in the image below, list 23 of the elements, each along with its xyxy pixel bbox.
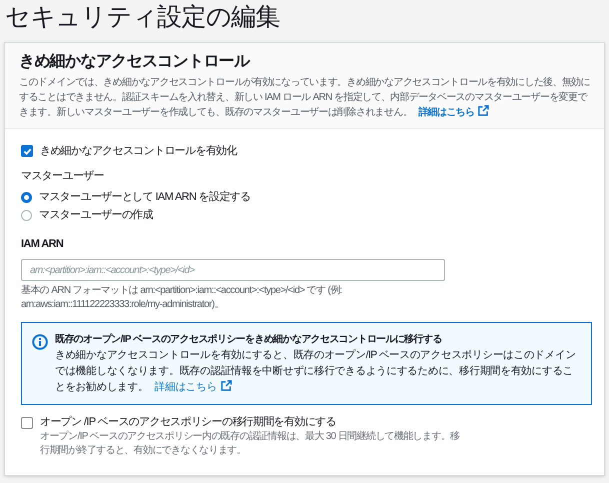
checkbox[interactable] [21,145,33,158]
page-title: セキュリティ設定の編集 [4,2,281,33]
learn-more-link[interactable]: 詳細はこちら [418,107,490,118]
section-title: きめ細かなアクセスコントロール [19,52,251,72]
radio-button[interactable] [21,192,32,202]
field-label: マスターユーザー [21,168,105,184]
external-link-icon [478,105,490,116]
checkbox-description: オープン/IP ベースのアクセスポリシー内の既存の認証情報は、最大 30 日間継続して機能します。移行期間が終了すると、有効にできなくなります。 [40,430,460,458]
alert-title: 既存のオープン/IP ベースのアクセスポリシーをきめ細かなアクセスコントロールに移行する [55,332,443,347]
alert-body: きめ細かなアクセスコントロールを有効にすると、既存のオープン/IP ベースのアクセスポリシーはこのドメインでは機能しなくなります。既存の認証情報を中断せずに移行できるようにするために、移行期間を有効にすることをお勧めします。 詳細はこちら [55,348,577,395]
radio-label: マスターユーザーの作成 [39,208,153,223]
radio-button[interactable] [21,210,32,220]
section-description: このドメインでは、きめ細かなアクセスコントロールが有効になっています。きめ細かなアクセスコントロールを有効にした後、無効にすることはできません。認証スキームを入れ替え、新しい IAM ロール ARN を指定して、内部データベースのマスターユーザーを変更できます。新しいマスターユーザーを作成しても、既存のマスターユーザーは削除されません。 詳細はこちら [19,76,590,120]
info-icon [32,334,48,350]
radio-label: マスターユーザーとして IAM ARN を設定する [39,190,250,205]
checkbox[interactable] [21,417,33,429]
field-hint: 基本の ARN フォーマットは arn:<partition>:iam::<account>:<type>/<id> です (例: arn:aws:iam::111122223333:role/my-administrator)。 [21,284,343,312]
field-label: IAM ARN [21,237,64,252]
iam-arn-field[interactable]: arn:<partition>:iam::<account>:<type>/<id> [21,259,445,281]
external-link-icon [220,380,232,391]
checkbox-label: オープン /IP ベースのアクセスポリシーの移行期間を有効にする [40,415,337,430]
learn-more-link[interactable]: 詳細はこちら [154,381,232,393]
checkbox-label: きめ細かなアクセスコントロールを有効化 [40,144,237,159]
